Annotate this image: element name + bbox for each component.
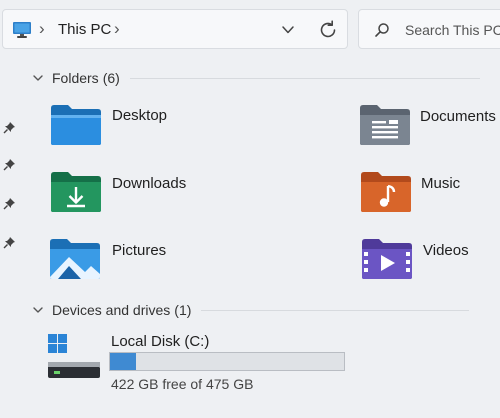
search-box[interactable] [358,9,500,49]
drive-usage-bar [109,352,345,371]
folder-label: Music [421,175,461,192]
folder-downloads[interactable]: Downloads [50,171,250,223]
breadcrumb-separator-trailing[interactable]: › [114,19,120,39]
devices-group-count: (1) [174,302,192,318]
drive-usage-fill [110,353,137,370]
group-divider [129,77,480,79]
videos-folder-icon [362,239,412,279]
search-icon [375,23,389,37]
search-input[interactable] [405,20,500,40]
folder-label: Pictures [112,242,167,259]
pictures-folder-icon [50,239,100,279]
folder-music[interactable]: Music [360,171,500,223]
breadcrumb-separator[interactable]: › [39,19,45,39]
folder-pictures[interactable]: Pictures [49,238,249,290]
folder-documents[interactable]: Documents [359,104,499,156]
drive-label: Local Disk (C:) [111,333,210,350]
pin-icon[interactable] [3,197,16,210]
pin-icon[interactable] [3,158,16,171]
refresh-icon[interactable] [317,19,339,41]
chevron-down-icon[interactable] [32,72,44,84]
folder-label: Videos [423,242,469,259]
folder-label: Documents [420,108,496,125]
music-folder-icon [361,172,411,212]
folder-label: Downloads [112,175,187,192]
address-bar[interactable]: › This PC › [2,9,348,49]
breadcrumb-this-pc[interactable]: This PC [58,21,111,38]
this-pc-icon [13,22,31,38]
folders-group-count: (6) [102,70,120,86]
devices-group-title: Devices and drives [52,302,171,318]
folders-group-header[interactable]: Folders (6) [32,68,480,88]
documents-folder-icon [360,105,410,145]
folder-label: Desktop [112,107,168,124]
folder-videos[interactable]: Videos [361,238,500,290]
pin-icon[interactable] [3,121,16,134]
folders-group-title: Folders [52,70,99,86]
downloads-folder-icon [51,172,101,212]
folder-desktop[interactable]: Desktop [50,104,250,156]
devices-group-header[interactable]: Devices and drives (1) [32,300,470,320]
group-divider [201,309,470,311]
drive-free-space: 422 GB free of 475 GB [111,376,254,392]
chevron-down-icon[interactable] [280,22,296,38]
windows-drive-icon [48,334,100,378]
desktop-folder-icon [51,105,101,145]
pin-icon[interactable] [3,236,16,249]
chevron-down-icon[interactable] [32,304,44,316]
